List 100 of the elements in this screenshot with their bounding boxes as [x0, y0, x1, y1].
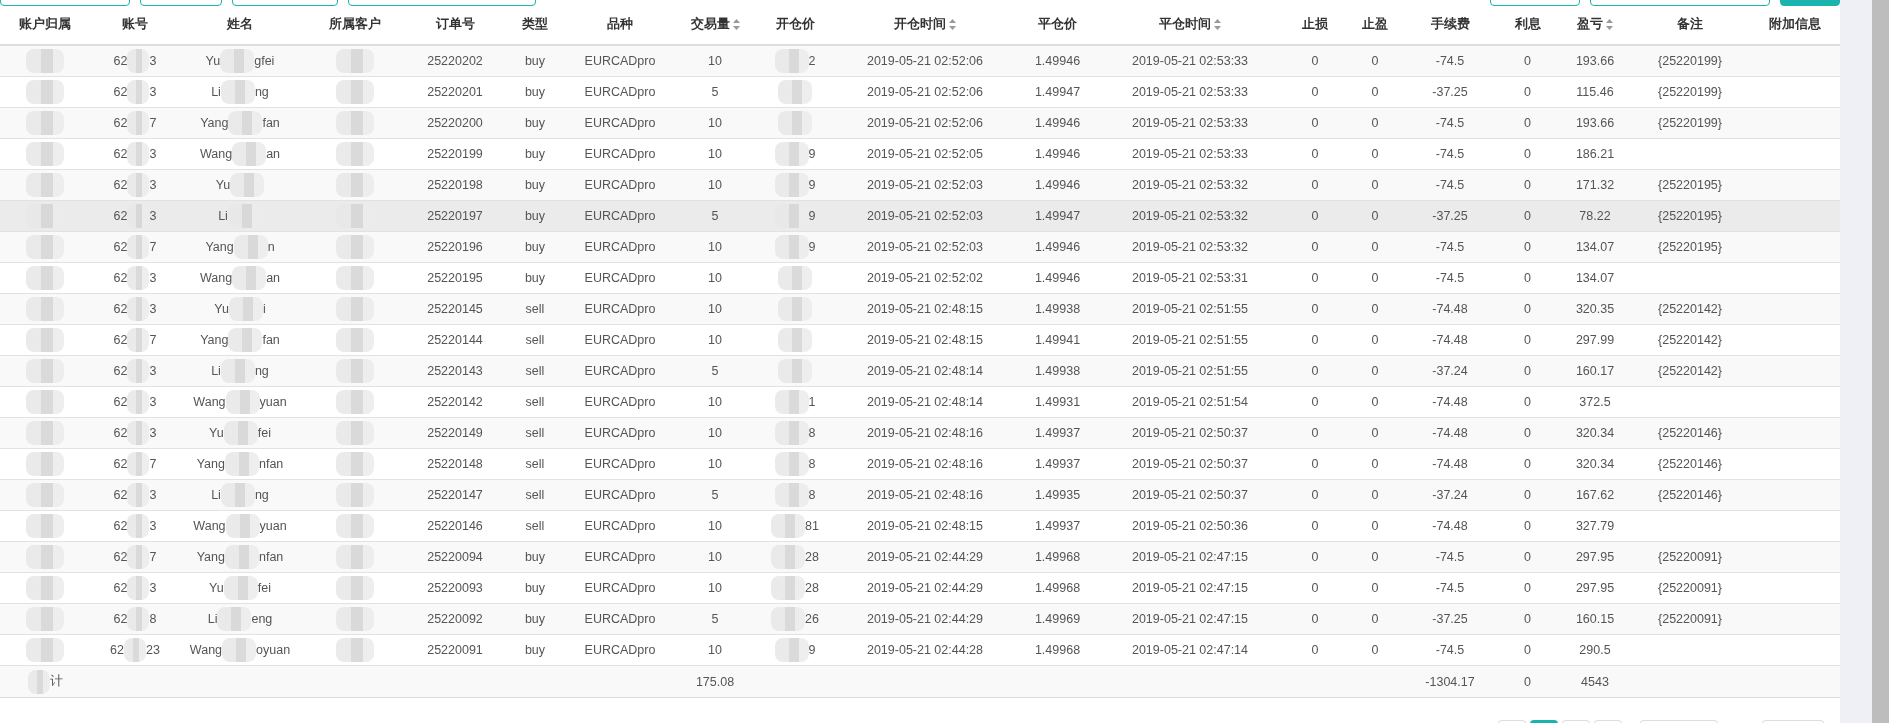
account-text: 62 — [113, 116, 128, 130]
order-number-cell: 25220093 — [427, 581, 483, 595]
column-header: 类型 — [521, 15, 549, 33]
stop-loss-cell: 0 — [1311, 488, 1319, 502]
profit-cell: 160.15 — [1575, 612, 1615, 626]
close-price-cell: 1.49946 — [1034, 116, 1081, 130]
blur-patch — [26, 49, 64, 73]
account-text: 62 — [113, 333, 128, 347]
blur-patch — [232, 266, 267, 290]
open-time-cell: 2019-05-21 02:44:29 — [866, 612, 984, 626]
account-text: 62 — [113, 147, 128, 161]
account-text: 62 — [113, 550, 128, 564]
fee-cell: -74.48 — [1432, 302, 1468, 316]
blur-patch — [336, 576, 374, 600]
account-text: 7 — [149, 457, 157, 471]
note-cell: {25220146} — [1658, 426, 1722, 440]
take-profit-cell: 0 — [1371, 643, 1379, 657]
take-profit-cell: 0 — [1371, 85, 1379, 99]
close-time-cell: 2019-05-21 02:47:15 — [1131, 550, 1249, 564]
order-number-cell: 25220199 — [427, 147, 483, 161]
blur-patch — [220, 49, 255, 73]
volume-cell: 10 — [708, 643, 722, 657]
blur-patch — [127, 607, 150, 631]
stop-loss-cell: 0 — [1311, 178, 1319, 192]
sort-icon[interactable] — [732, 18, 740, 30]
symbol-cell: EURCADpro — [584, 178, 656, 192]
account-text: 7 — [149, 333, 157, 347]
account-text: 3 — [149, 426, 157, 440]
fee-cell: -74.48 — [1432, 457, 1468, 471]
blur-patch — [774, 638, 809, 662]
blur-patch — [228, 297, 263, 321]
order-number-cell: 25220145 — [427, 302, 483, 316]
type-cell: sell — [525, 364, 545, 378]
type-cell: buy — [524, 209, 546, 223]
stop-loss-cell: 0 — [1311, 116, 1319, 130]
take-profit-cell: 0 — [1371, 178, 1379, 192]
column-header: 附加信息 — [1768, 15, 1822, 33]
sort-icon[interactable] — [1214, 18, 1221, 30]
take-profit-cell: 0 — [1371, 240, 1379, 254]
close-price-cell: 1.49938 — [1034, 364, 1081, 378]
open-price-text: 9 — [808, 209, 816, 223]
open-price-text: 8 — [808, 457, 816, 471]
profit-cell: 290.5 — [1579, 643, 1611, 657]
open-price-text: 26 — [805, 612, 819, 626]
column-header: 姓名 — [226, 15, 254, 33]
open-time-cell: 2019-05-21 02:52:06 — [866, 54, 984, 68]
blur-patch — [217, 607, 252, 631]
blur-patch — [127, 80, 150, 104]
account-text: 62 — [113, 209, 128, 223]
stop-loss-cell: 0 — [1311, 395, 1319, 409]
sort-icon[interactable] — [949, 18, 956, 30]
blur-patch — [336, 638, 374, 662]
blur-patch — [26, 266, 64, 290]
type-cell: buy — [524, 240, 546, 254]
blur-patch — [228, 111, 263, 135]
symbol-cell: EURCADpro — [584, 550, 656, 564]
blur-patch — [336, 80, 374, 104]
name-text: yuan — [259, 395, 287, 409]
note-cell: {25220146} — [1658, 488, 1722, 502]
scrollbar-thumb[interactable] — [1872, 0, 1889, 723]
blur-patch — [127, 421, 150, 445]
blur-patch — [26, 111, 64, 135]
name-text: Li — [211, 488, 221, 502]
profit-cell: 186.21 — [1575, 147, 1615, 161]
close-time-cell: 2019-05-21 02:50:36 — [1131, 519, 1249, 533]
type-cell: buy — [524, 54, 546, 68]
open-price-text: 9 — [808, 240, 816, 254]
blur-patch — [336, 235, 374, 259]
column-header: 平仓时间 — [1095, 15, 1285, 33]
stop-loss-cell: 0 — [1311, 333, 1319, 347]
symbol-cell: EURCADpro — [584, 364, 656, 378]
name-text: oyuan — [256, 643, 291, 657]
sort-icon[interactable] — [1606, 18, 1613, 30]
name-text: Yang — [200, 333, 229, 347]
scrollbar[interactable] — [1840, 0, 1889, 723]
column-header: 品种 — [606, 15, 634, 33]
name-text: fei — [257, 426, 271, 440]
order-number-cell: 25220147 — [427, 488, 483, 502]
total-profit: 4543 — [1581, 674, 1609, 689]
volume-cell: 5 — [711, 364, 719, 378]
name-text: Wang — [199, 147, 233, 161]
open-time-cell: 2019-05-21 02:52:03 — [866, 209, 984, 223]
name-text: nfan — [258, 457, 284, 471]
interest-cell: 0 — [1524, 147, 1531, 161]
fee-cell: -74.48 — [1432, 519, 1468, 533]
type-cell: sell — [525, 395, 545, 409]
order-number-cell: 25220149 — [427, 426, 483, 440]
account-text: 3 — [149, 209, 157, 223]
open-time-cell: 2019-05-21 02:44:29 — [866, 550, 984, 564]
blur-patch — [778, 328, 812, 352]
volume-cell: 10 — [708, 550, 722, 564]
close-price-cell: 1.49937 — [1034, 457, 1081, 471]
blur-patch — [336, 142, 374, 166]
blur-patch — [774, 452, 809, 476]
account-text: 3 — [149, 85, 157, 99]
name-text: eng — [251, 612, 273, 626]
close-price-cell: 1.49938 — [1034, 302, 1081, 316]
stop-loss-cell: 0 — [1311, 581, 1319, 595]
open-time-cell: 2019-05-21 02:52:05 — [866, 147, 984, 161]
fee-cell: -74.5 — [1435, 550, 1465, 564]
